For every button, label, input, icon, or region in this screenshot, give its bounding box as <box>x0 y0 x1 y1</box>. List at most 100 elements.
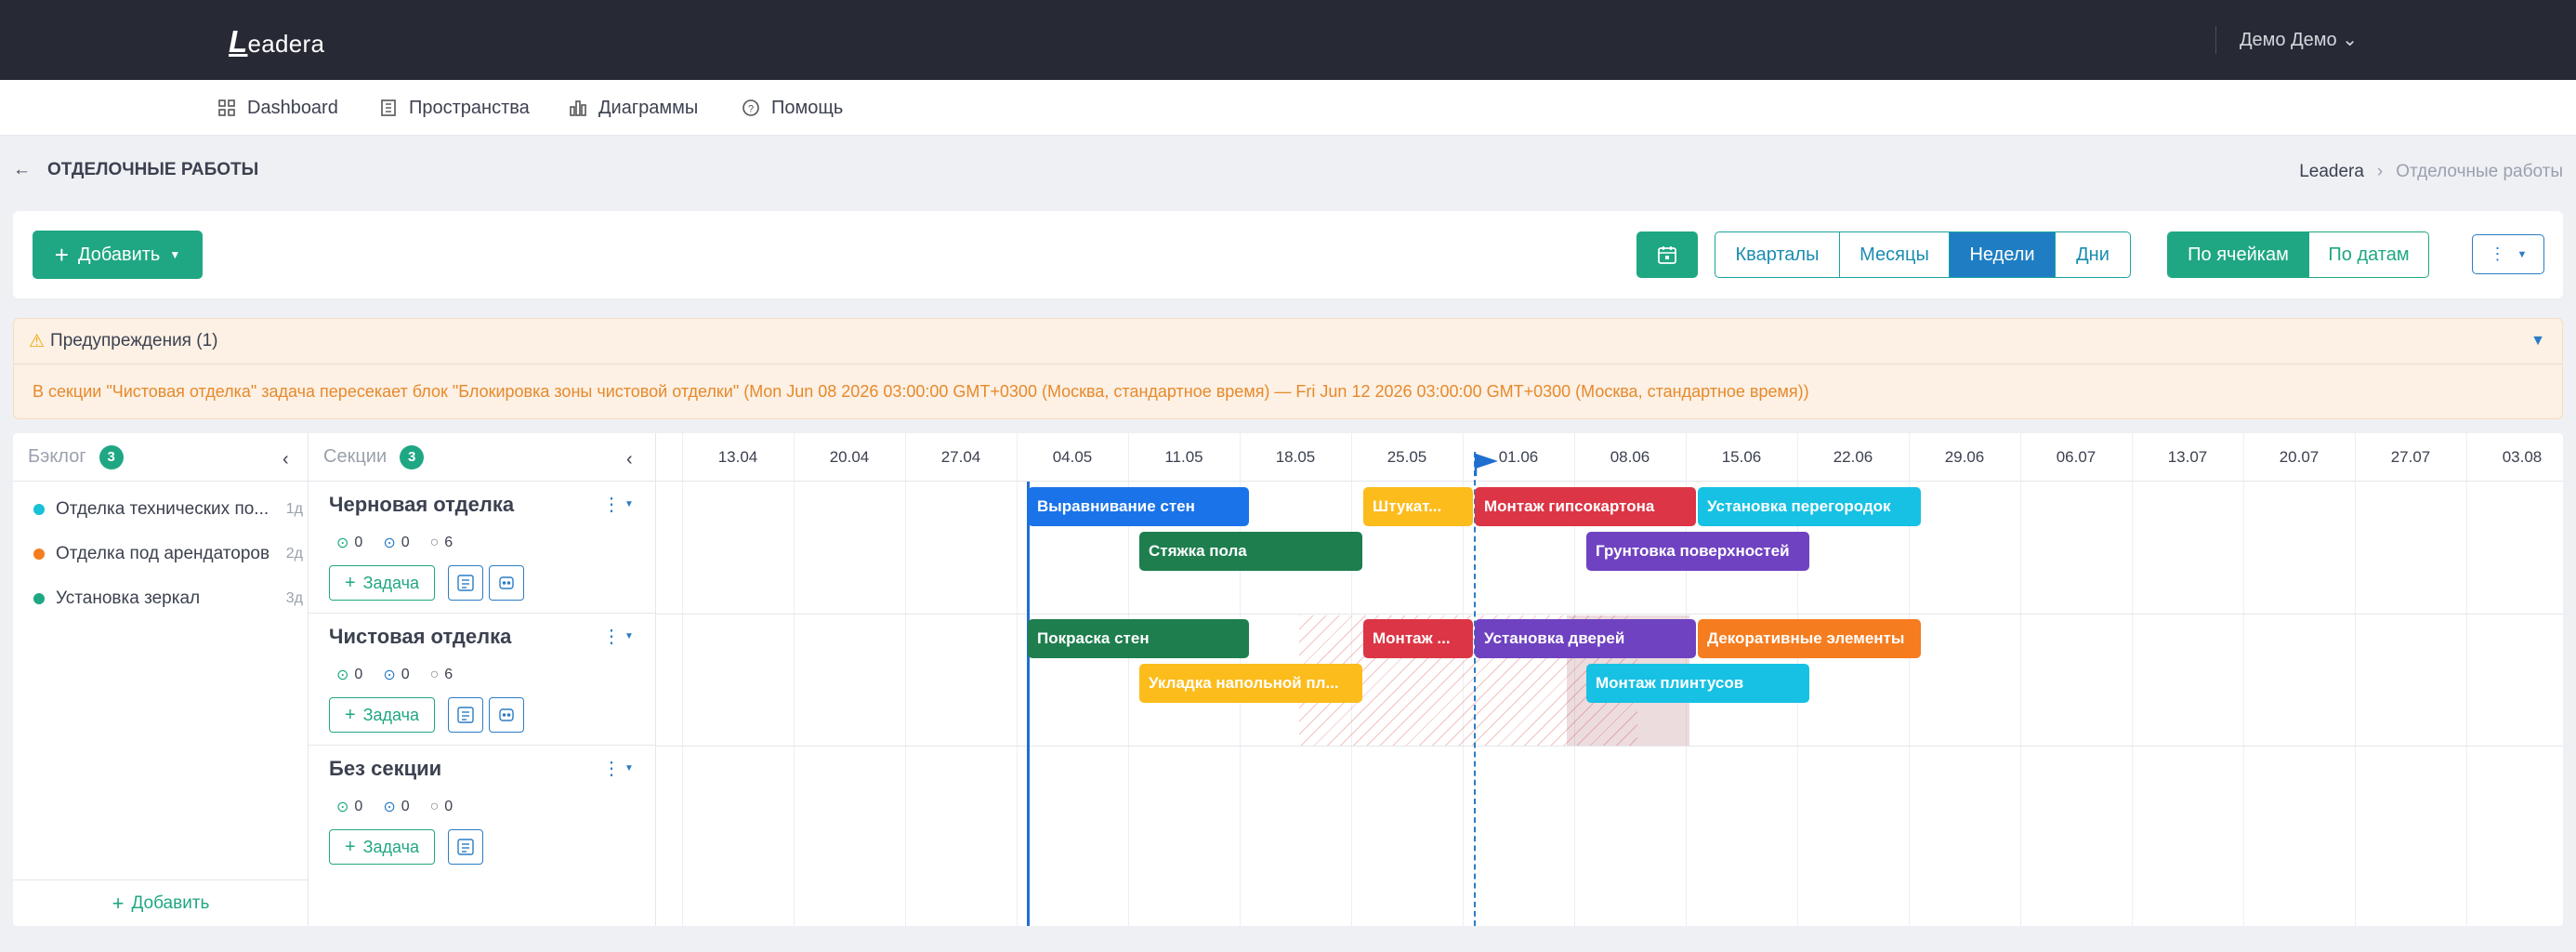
task-bar[interactable]: Установка дверей <box>1475 619 1696 658</box>
caret-down-icon: ▼ <box>624 763 634 774</box>
check-circle-icon: ⊙ <box>336 668 349 683</box>
total-stat: ○ 6 <box>430 667 453 683</box>
assign-team-button[interactable] <box>489 565 524 601</box>
section-row: Без секции ⋮ ▼ ⊙ 0 ⊙ 0 ○ 0 + Задача <box>309 746 656 878</box>
section-stats: ⊙ 0 ⊙ 0 ○ 0 <box>336 798 453 816</box>
backlog-item-duration: 2д <box>285 546 303 562</box>
timeline-date: 29.06 <box>1944 448 1985 466</box>
backlog-item[interactable]: Отделка технических по... 1д <box>33 496 303 522</box>
add-task-button[interactable]: + Задача <box>329 829 435 865</box>
section-menu-button[interactable]: ⋮ ▼ <box>602 625 634 648</box>
task-bar[interactable]: Покраска стен <box>1028 619 1249 658</box>
top-bar: Leadera Демо Демо ⌄ <box>0 0 2576 80</box>
caret-down-icon: ▼ <box>624 631 634 641</box>
section-menu-button[interactable]: ⋮ ▼ <box>602 757 634 780</box>
task-bar[interactable]: Монтаж ... <box>1363 619 1473 658</box>
timeline-date: 08.06 <box>1610 448 1650 466</box>
task-bar[interactable]: Стяжка пола <box>1139 532 1362 571</box>
timeline-date: 03.08 <box>2502 448 2543 466</box>
task-bar[interactable]: Монтаж плинтусов <box>1586 664 1809 703</box>
timeline-date: 20.04 <box>829 448 870 466</box>
caret-down-icon: ▼ <box>2517 248 2528 260</box>
circle-icon: ○ <box>429 535 440 550</box>
backlog-header: Бэклог 3 ‹ <box>13 433 308 482</box>
kebab-icon: ⋮ <box>602 627 621 647</box>
chevron-down-icon: ⌄ <box>2342 30 2358 50</box>
task-list-button[interactable] <box>448 697 483 733</box>
chart-icon <box>570 100 586 116</box>
assign-team-button[interactable] <box>489 697 524 733</box>
backlog-item-label: Отделка под арендаторов <box>56 544 270 563</box>
scale-days[interactable]: Дни <box>2056 232 2130 277</box>
user-menu[interactable]: Демо Демо ⌄ <box>2240 28 2358 51</box>
menu-item-charts[interactable]: Диаграммы <box>569 96 698 120</box>
kebab-icon: ⋮ <box>2489 245 2506 263</box>
task-bar[interactable]: Установка перегородок <box>1698 487 1921 526</box>
user-name: Демо Демо <box>2240 30 2337 50</box>
backlog-item[interactable]: Отделка под арендаторов 2д <box>33 541 303 567</box>
building-icon <box>381 99 396 116</box>
more-options-button[interactable]: ⋮ ▼ <box>2472 234 2544 274</box>
count-badge: 3 <box>400 444 425 469</box>
backlog-item-duration: 1д <box>285 501 303 517</box>
menu-item-label: Диаграммы <box>598 97 699 118</box>
mode-by-dates[interactable]: По датам <box>2309 232 2428 277</box>
scale-quarters[interactable]: Кварталы <box>1715 232 1840 277</box>
warning-message: В секции "Чистовая отделка" задача перес… <box>13 365 2563 419</box>
plus-icon: + <box>344 572 356 593</box>
timeline-date: 04.05 <box>1052 448 1093 466</box>
backlog-item-label: Установка зеркал <box>56 588 201 608</box>
add-button[interactable]: + Добавить ▼ <box>33 231 203 279</box>
grid-line <box>794 433 795 926</box>
timeline-date: 27.04 <box>940 448 981 466</box>
section-menu-button[interactable]: ⋮ ▼ <box>602 493 634 516</box>
grid-line <box>682 433 683 926</box>
add-task-label: Задача <box>362 705 420 724</box>
logo[interactable]: Leadera <box>229 24 324 60</box>
collapse-left-icon[interactable]: ‹ <box>626 449 633 470</box>
team-icon <box>499 576 514 589</box>
add-task-button[interactable]: + Задача <box>329 697 435 733</box>
menu-item-spaces[interactable]: Пространства <box>379 96 530 120</box>
warnings-header[interactable]: ⚠ Предупреждения (1) ▼ <box>13 318 2563 364</box>
timeline-date: 06.07 <box>2056 448 2096 466</box>
status-dot <box>33 504 45 515</box>
task-bar[interactable]: Декоративные элементы <box>1698 619 1921 658</box>
collapse-arrow-icon[interactable]: ▼ <box>2530 333 2545 350</box>
collapse-left-icon[interactable]: ‹ <box>283 449 289 470</box>
check-circle-icon: ⊙ <box>336 536 349 551</box>
plus-icon: + <box>54 241 69 269</box>
calendar-icon <box>1658 246 1676 264</box>
caret-down-icon: ▼ <box>169 248 181 261</box>
backlog-add-button[interactable]: + Добавить <box>13 879 309 926</box>
main-menu: Dashboard Пространства Диаграммы ? Помощ… <box>0 80 2576 136</box>
task-bar[interactable]: Монтаж гипсокартона <box>1475 487 1696 526</box>
task-bar[interactable]: Укладка напольной пл... <box>1139 664 1362 703</box>
task-bar[interactable]: Выравнивание стен <box>1028 487 1249 526</box>
section-title: Черновая отделка <box>329 493 515 516</box>
task-bar[interactable]: Грунтовка поверхностей <box>1586 532 1809 571</box>
task-list-button[interactable] <box>448 829 483 865</box>
breadcrumb-current: Отделочные работы <box>2396 162 2563 181</box>
checklist-icon <box>457 707 474 723</box>
timeline-date: 18.05 <box>1275 448 1316 466</box>
menu-item-dashboard[interactable]: Dashboard <box>217 96 338 120</box>
menu-item-help[interactable]: ? Помощь <box>742 96 843 120</box>
total-count: 6 <box>444 667 453 682</box>
add-task-button[interactable]: + Задача <box>329 565 435 601</box>
task-bar[interactable]: Штукат... <box>1363 487 1473 526</box>
row-divider <box>656 746 2563 747</box>
help-icon: ? <box>743 99 759 116</box>
backlog-item[interactable]: Установка зеркал 3д <box>33 586 303 612</box>
scale-weeks[interactable]: Недели <box>1950 232 2056 277</box>
scale-months[interactable]: Месяцы <box>1840 232 1950 277</box>
mode-switch: По ячейкам По датам <box>2167 231 2429 278</box>
breadcrumb-home[interactable]: Leadera <box>2299 162 2364 182</box>
team-icon <box>499 708 514 721</box>
backlog-add-label: Добавить <box>131 892 210 913</box>
mode-by-cells[interactable]: По ячейкам <box>2168 232 2309 277</box>
task-list-button[interactable] <box>448 565 483 601</box>
checklist-icon <box>457 575 474 591</box>
back-arrow-icon[interactable]: ← <box>13 160 31 180</box>
calendar-button[interactable] <box>1636 231 1698 278</box>
